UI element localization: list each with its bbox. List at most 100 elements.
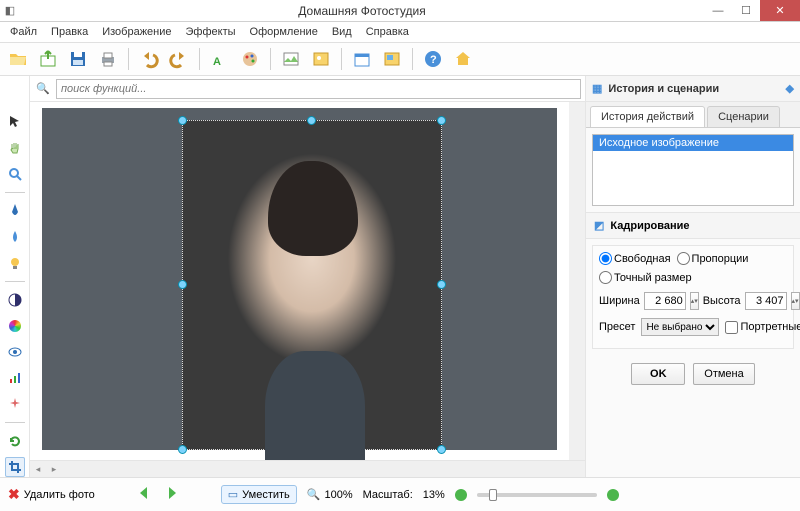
minimize-button[interactable]: — <box>704 0 732 21</box>
menubar: Файл Правка Изображение Эффекты Оформлен… <box>0 22 800 42</box>
zoom-slider[interactable] <box>477 493 597 497</box>
export-icon[interactable] <box>36 47 60 71</box>
menu-file[interactable]: Файл <box>4 24 43 40</box>
width-input[interactable] <box>644 292 686 310</box>
color-tool[interactable] <box>5 316 25 336</box>
crop-selection[interactable] <box>182 120 442 450</box>
portrait-checkbox[interactable]: Портретные <box>725 321 800 334</box>
tab-scenarios[interactable]: Сценарии <box>707 106 780 127</box>
crop-tool[interactable] <box>5 457 25 477</box>
width-spinner[interactable]: ▴▾ <box>690 292 699 310</box>
scale-label: Масштаб: <box>363 489 413 501</box>
center: 🔍 <box>30 76 585 477</box>
menu-effects[interactable]: Эффекты <box>180 24 242 40</box>
mode-prop[interactable]: Пропорции <box>677 252 749 265</box>
open-icon[interactable] <box>6 47 30 71</box>
tab-history[interactable]: История действий <box>590 106 705 127</box>
pointer-tool[interactable] <box>5 112 25 132</box>
crop-body: Свободная Пропорции Точный размер Ширина… <box>592 245 794 349</box>
maximize-button[interactable]: ☐ <box>732 0 760 21</box>
canvas-bg <box>42 108 557 450</box>
menu-view[interactable]: Вид <box>326 24 358 40</box>
window-controls: — ☐ ✕ <box>704 0 800 21</box>
help-icon[interactable]: ? <box>421 47 445 71</box>
home-icon[interactable] <box>451 47 475 71</box>
sparkle-tool[interactable] <box>5 394 25 414</box>
crop-section-icon: ◩ <box>594 219 604 232</box>
vertical-scrollbar[interactable] <box>569 102 585 460</box>
menu-edit[interactable]: Правка <box>45 24 94 40</box>
card-icon[interactable] <box>380 47 404 71</box>
pin-icon[interactable]: ◆ <box>786 82 794 95</box>
canvas[interactable] <box>30 102 585 461</box>
dimensions-row: Ширина ▴▾ Высота ▴▾ <box>599 292 787 310</box>
menu-help[interactable]: Справка <box>360 24 415 40</box>
height-input[interactable] <box>745 292 787 310</box>
zoom-in-button[interactable] <box>607 489 619 501</box>
eye-tool[interactable] <box>5 342 25 362</box>
preset-select[interactable]: Не выбрано <box>641 318 719 336</box>
contrast-tool[interactable] <box>5 290 25 310</box>
redo-icon[interactable] <box>167 47 191 71</box>
fit-button[interactable]: ▭ Уместить <box>221 485 297 504</box>
menu-image[interactable]: Изображение <box>96 24 177 40</box>
handle-nw[interactable] <box>178 116 187 125</box>
palette-icon[interactable] <box>238 47 262 71</box>
handle-ne[interactable] <box>437 116 446 125</box>
horizontal-scrollbar[interactable] <box>30 461 585 477</box>
fit-icon: ▭ <box>228 488 238 501</box>
svg-text:A: A <box>213 56 221 68</box>
handle-sw[interactable] <box>178 445 187 454</box>
handle-e[interactable] <box>437 280 446 289</box>
print-icon[interactable] <box>96 47 120 71</box>
cancel-button[interactable]: Отмена <box>693 363 754 385</box>
hand-tool[interactable] <box>5 138 25 158</box>
save-icon[interactable] <box>66 47 90 71</box>
rotate-tool[interactable] <box>5 431 25 451</box>
search-row: 🔍 <box>30 76 585 102</box>
undo-icon[interactable] <box>137 47 161 71</box>
status-toolbar: ✖ Удалить фото ▭ Уместить 🔍 100% Масштаб… <box>0 477 800 511</box>
delete-icon: ✖ <box>8 486 20 503</box>
bulb-tool[interactable] <box>5 253 25 273</box>
search-input[interactable] <box>56 79 581 99</box>
levels-tool[interactable] <box>5 368 25 388</box>
prev-button[interactable] <box>135 484 153 505</box>
panel-tabs: История действий Сценарии <box>586 102 800 128</box>
height-spinner[interactable]: ▴▾ <box>791 292 800 310</box>
next-button[interactable] <box>163 484 181 505</box>
handle-w[interactable] <box>178 280 187 289</box>
text-icon[interactable]: A <box>208 47 232 71</box>
body: 🔍 ▦ История и сцен <box>0 76 800 477</box>
mode-exact[interactable]: Точный размер <box>599 271 692 284</box>
handle-n[interactable] <box>307 116 316 125</box>
ok-button[interactable]: OK <box>631 363 685 385</box>
preset-label: Пресет <box>599 321 635 333</box>
zoom-slider-knob[interactable] <box>489 489 497 501</box>
crop-buttons: OK Отмена <box>594 363 792 385</box>
window-title: Домашняя Фотостудия <box>20 4 704 18</box>
menu-decor[interactable]: Оформление <box>244 24 324 40</box>
gallery2-icon[interactable] <box>309 47 333 71</box>
crop-section-header: ◩ Кадрирование <box>586 212 800 239</box>
handle-se[interactable] <box>437 445 446 454</box>
mode-free[interactable]: Свободная <box>599 252 671 265</box>
history-item[interactable]: Исходное изображение <box>593 135 793 151</box>
zoom-out-button[interactable] <box>455 489 467 501</box>
main-toolbar: A ? <box>0 42 800 76</box>
zoom-100-button[interactable]: 🔍 100% <box>307 488 353 501</box>
search-icon: 🔍 <box>34 82 52 95</box>
titlebar: ◧ Домашняя Фотостудия — ☐ ✕ <box>0 0 800 22</box>
close-button[interactable]: ✕ <box>760 0 800 21</box>
panel-title: История и сценарии <box>608 83 719 95</box>
drop-tool[interactable] <box>5 227 25 247</box>
handle-s[interactable] <box>307 445 316 454</box>
calendar-icon[interactable] <box>350 47 374 71</box>
width-label: Ширина <box>599 295 640 307</box>
brush-tool[interactable] <box>5 201 25 221</box>
crop-mode-radios: Свободная Пропорции Точный размер <box>599 252 787 284</box>
gallery1-icon[interactable] <box>279 47 303 71</box>
zoom-tool[interactable] <box>5 164 25 184</box>
delete-photo-button[interactable]: ✖ Удалить фото <box>8 486 95 503</box>
tool-column <box>0 76 30 477</box>
